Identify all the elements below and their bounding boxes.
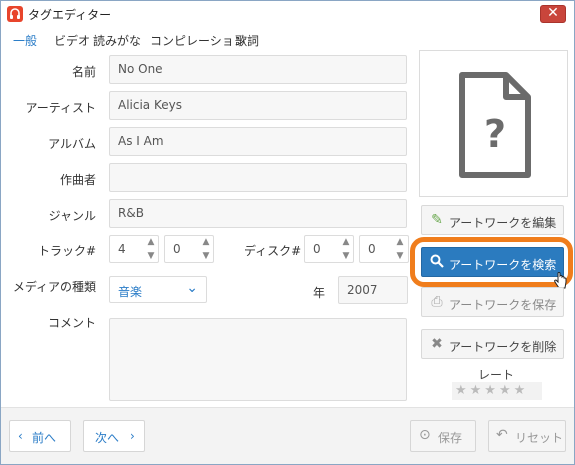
artist-label: アーティスト bbox=[25, 101, 96, 115]
artist-field[interactable]: Alicia Keys bbox=[109, 91, 407, 120]
chevron-up-icon[interactable]: ▲ bbox=[144, 236, 158, 249]
tab-reading[interactable]: 読みがな bbox=[93, 32, 141, 49]
album-field[interactable]: As I Am bbox=[109, 127, 407, 156]
search-artwork-button[interactable]: アートワークを検索 bbox=[421, 247, 564, 277]
year-field[interactable]: 2007 bbox=[338, 276, 408, 304]
delete-artwork-button[interactable]: ✖ アートワークを削除 bbox=[421, 329, 564, 359]
composer-label: 作曲者 bbox=[59, 173, 96, 187]
check-circle-icon: ⊙ bbox=[419, 427, 431, 443]
track-number-spinner[interactable]: ▲ ▼ bbox=[144, 236, 158, 263]
title-bar[interactable]: タグエディター ✕ bbox=[1, 1, 574, 27]
chevron-down-icon[interactable]: ▼ bbox=[339, 250, 353, 263]
tab-lyrics[interactable]: 歌詞 bbox=[235, 32, 259, 49]
rating-label: レート bbox=[478, 368, 515, 382]
window-title: タグエディター bbox=[28, 8, 112, 22]
track-total-spinner[interactable]: ▲ ▼ bbox=[199, 236, 213, 263]
save-artwork-button[interactable]: ⎙ アートワークを保存 bbox=[421, 287, 564, 317]
save-button[interactable]: ⊙ 保存 bbox=[410, 420, 476, 452]
reset-button[interactable]: ↶ リセット bbox=[488, 420, 566, 452]
chevron-down-icon[interactable]: ▼ bbox=[393, 250, 407, 263]
chevron-down-icon[interactable]: ▼ bbox=[144, 250, 158, 263]
track-label: トラック# bbox=[37, 244, 96, 258]
undo-icon: ↶ bbox=[496, 427, 508, 443]
question-file-icon: ? bbox=[459, 72, 531, 178]
edit-artwork-button[interactable]: ✎ アートワークを編集 bbox=[421, 205, 564, 235]
previous-button[interactable]: ‹ 前へ bbox=[9, 420, 71, 452]
genre-label: ジャンル bbox=[48, 209, 96, 223]
genre-field[interactable]: R&B bbox=[109, 199, 407, 228]
disc-label: ディスク# bbox=[244, 244, 302, 258]
chevron-left-icon: ‹ bbox=[18, 429, 23, 443]
chevron-down-icon: ⌄ bbox=[186, 280, 198, 296]
svg-text:?: ? bbox=[484, 112, 506, 156]
name-label: 名前 bbox=[71, 65, 96, 79]
chevron-up-icon[interactable]: ▲ bbox=[339, 236, 353, 249]
close-icon: ✖ bbox=[431, 336, 443, 352]
chevron-up-icon[interactable]: ▲ bbox=[393, 236, 407, 249]
comment-field[interactable] bbox=[109, 318, 407, 401]
pencil-icon: ✎ bbox=[431, 212, 443, 228]
name-field[interactable]: No One bbox=[109, 55, 407, 84]
close-button[interactable]: ✕ bbox=[540, 5, 566, 23]
comment-label: コメント bbox=[47, 316, 96, 330]
footer-bar: ‹ 前へ 次へ › ⊙ 保存 ↶ リセット bbox=[1, 407, 574, 464]
search-icon bbox=[429, 254, 445, 270]
year-label: 年 bbox=[313, 286, 326, 300]
disc-total-spinner[interactable]: ▲ ▼ bbox=[393, 236, 407, 263]
chevron-right-icon: › bbox=[130, 429, 135, 443]
album-label: アルバム bbox=[48, 137, 96, 151]
chevron-up-icon[interactable]: ▲ bbox=[199, 236, 213, 249]
tab-general[interactable]: 一般 bbox=[13, 32, 37, 49]
chevron-down-icon[interactable]: ▼ bbox=[199, 250, 213, 263]
composer-field[interactable] bbox=[109, 163, 407, 192]
tag-editor-window: タグエディター ✕ 一般 ビデオ 読みがな コンピレーション 歌詞 名前 No … bbox=[0, 0, 575, 465]
tab-compilation[interactable]: コンピレーション bbox=[150, 32, 246, 49]
media-kind-value: 音楽 bbox=[118, 285, 143, 299]
artwork-preview[interactable]: ? bbox=[419, 50, 568, 197]
media-kind-label: メディアの種類 bbox=[12, 280, 96, 294]
media-kind-select[interactable]: 音楽 ⌄ bbox=[109, 276, 207, 303]
disc-number-spinner[interactable]: ▲ ▼ bbox=[339, 236, 353, 263]
tab-video[interactable]: ビデオ bbox=[54, 32, 90, 49]
download-icon: ⎙ bbox=[431, 294, 443, 310]
app-icon bbox=[7, 6, 23, 22]
next-button[interactable]: 次へ › bbox=[83, 420, 145, 452]
star-rating[interactable]: ★★★★★ bbox=[452, 382, 542, 400]
